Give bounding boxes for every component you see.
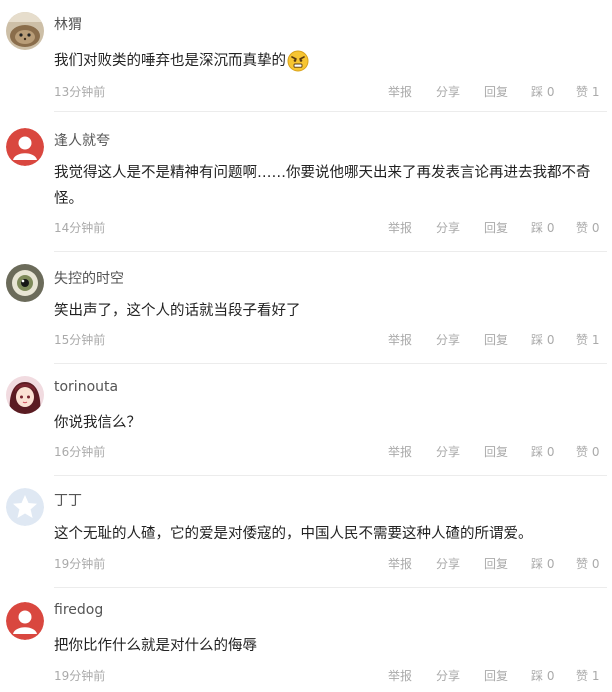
comment-text: 我觉得这人是不是精神有问题啊……你要说他哪天出来了再发表言论再进去我都不奇怪。 — [54, 165, 591, 207]
upvote-button[interactable]: 赞 1 — [576, 667, 599, 684]
downvote-count: 0 — [546, 221, 555, 235]
report-button[interactable]: 举报 — [388, 83, 412, 100]
comment-item: 逢人就夸 我觉得这人是不是精神有问题啊……你要说他哪天出来了再发表言论再进去我都… — [0, 112, 612, 252]
upvote-count: 1 — [591, 669, 600, 683]
reply-button[interactable]: 回复 — [484, 331, 508, 348]
default-avatar-icon[interactable] — [6, 602, 44, 640]
share-button[interactable]: 分享 — [436, 443, 460, 460]
downvote-label: 踩 — [531, 445, 544, 459]
downvote-button[interactable]: 踩 0 — [531, 219, 554, 236]
report-button[interactable]: 举报 — [388, 667, 412, 684]
report-button[interactable]: 举报 — [388, 443, 412, 460]
downvote-count: 0 — [546, 85, 555, 99]
upvote-count: 1 — [591, 333, 600, 347]
upvote-button[interactable]: 赞 1 — [576, 83, 599, 100]
comment-meta: 13分钟前 举报 分享 回复 踩 0 赞 1 — [54, 83, 604, 101]
upvote-label: 赞 — [576, 221, 589, 235]
upvote-label: 赞 — [576, 557, 589, 571]
avatar[interactable] — [6, 264, 44, 302]
comment-text-content: 我们对败类的唾弃也是深沉而真挚的 — [54, 53, 286, 69]
reply-button[interactable]: 回复 — [484, 555, 508, 572]
downvote-count: 0 — [546, 445, 555, 459]
comment-meta: 19分钟前 举报 分享 回复 踩 0 赞 0 — [54, 555, 604, 573]
comment-time: 19分钟前 — [54, 669, 106, 683]
report-button[interactable]: 举报 — [388, 219, 412, 236]
comment-author[interactable]: 林猬 — [54, 14, 82, 34]
downvote-count: 0 — [546, 557, 555, 571]
comment-author[interactable]: 丁丁 — [54, 490, 82, 510]
downvote-label: 踩 — [531, 333, 544, 347]
downvote-count: 0 — [546, 669, 555, 683]
upvote-button[interactable]: 赞 0 — [576, 443, 599, 460]
avatar[interactable] — [6, 12, 44, 50]
comment-item: firedog 把你比作什么就是对什么的侮辱 19分钟前 举报 分享 回复 踩 … — [0, 588, 612, 692]
comment-list: 林猬 我们对败类的唾弃也是深沉而真挚的 13分钟前 举报 分享 回复 踩 0 赞… — [0, 0, 612, 692]
comment-item: 林猬 我们对败类的唾弃也是深沉而真挚的 13分钟前 举报 分享 回复 踩 0 赞… — [0, 0, 612, 112]
comment-item: 失控的时空 笑出声了，这个人的话就当段子看好了 15分钟前 举报 分享 回复 踩… — [0, 252, 612, 364]
comment-text: 笑出声了，这个人的话就当段子看好了 — [54, 303, 301, 319]
share-button[interactable]: 分享 — [436, 83, 460, 100]
share-button[interactable]: 分享 — [436, 219, 460, 236]
downvote-label: 踩 — [531, 557, 544, 571]
upvote-count: 0 — [591, 445, 600, 459]
avatar[interactable] — [6, 376, 44, 414]
star-avatar-icon[interactable] — [6, 488, 44, 526]
share-button[interactable]: 分享 — [436, 331, 460, 348]
upvote-count: 1 — [591, 85, 600, 99]
comment-author[interactable]: firedog — [54, 602, 103, 618]
comment-meta: 15分钟前 举报 分享 回复 踩 0 赞 1 — [54, 331, 604, 349]
downvote-button[interactable]: 踩 0 — [531, 83, 554, 100]
downvote-label: 踩 — [531, 221, 544, 235]
downvote-count: 0 — [546, 333, 555, 347]
report-button[interactable]: 举报 — [388, 555, 412, 572]
upvote-button[interactable]: 赞 1 — [576, 331, 599, 348]
comment-time: 15分钟前 — [54, 333, 106, 347]
share-button[interactable]: 分享 — [436, 555, 460, 572]
comment-item: torinouta 你说我信么？ 16分钟前 举报 分享 回复 踩 0 赞 0 — [0, 364, 612, 476]
upvote-count: 0 — [591, 221, 600, 235]
upvote-label: 赞 — [576, 669, 589, 683]
upvote-count: 0 — [591, 557, 600, 571]
comment-text: 你说我信么？ — [54, 415, 141, 431]
comment-text: 这个无耻的人碴，它的爱是对倭寇的，中国人民不需要这种人碴的所谓爱。 — [54, 526, 533, 542]
upvote-button[interactable]: 赞 0 — [576, 555, 599, 572]
angry-face-icon — [287, 50, 309, 72]
comment-time: 16分钟前 — [54, 445, 106, 459]
downvote-button[interactable]: 踩 0 — [531, 667, 554, 684]
comment-time: 19分钟前 — [54, 557, 106, 571]
comment-time: 14分钟前 — [54, 221, 106, 235]
comment-meta: 14分钟前 举报 分享 回复 踩 0 赞 0 — [54, 219, 604, 237]
comment-meta: 16分钟前 举报 分享 回复 踩 0 赞 0 — [54, 443, 604, 461]
comment-author[interactable]: torinouta — [54, 379, 118, 395]
comment-meta: 19分钟前 举报 分享 回复 踩 0 赞 1 — [54, 667, 604, 685]
comment-author[interactable]: 失控的时空 — [54, 268, 124, 288]
upvote-label: 赞 — [576, 85, 589, 99]
comment-time: 13分钟前 — [54, 85, 106, 99]
upvote-button[interactable]: 赞 0 — [576, 219, 599, 236]
downvote-label: 踩 — [531, 669, 544, 683]
downvote-button[interactable]: 踩 0 — [531, 331, 554, 348]
comment-text: 我们对败类的唾弃也是深沉而真挚的 — [54, 48, 604, 74]
downvote-button[interactable]: 踩 0 — [531, 555, 554, 572]
comment-text: 把你比作什么就是对什么的侮辱 — [54, 638, 257, 654]
downvote-label: 踩 — [531, 85, 544, 99]
report-button[interactable]: 举报 — [388, 331, 412, 348]
upvote-label: 赞 — [576, 445, 589, 459]
reply-button[interactable]: 回复 — [484, 219, 508, 236]
reply-button[interactable]: 回复 — [484, 443, 508, 460]
upvote-label: 赞 — [576, 333, 589, 347]
comment-author[interactable]: 逢人就夸 — [54, 130, 110, 150]
reply-button[interactable]: 回复 — [484, 667, 508, 684]
share-button[interactable]: 分享 — [436, 667, 460, 684]
reply-button[interactable]: 回复 — [484, 83, 508, 100]
default-avatar-icon[interactable] — [6, 128, 44, 166]
comment-item: 丁丁 这个无耻的人碴，它的爱是对倭寇的，中国人民不需要这种人碴的所谓爱。 19分… — [0, 476, 612, 588]
downvote-button[interactable]: 踩 0 — [531, 443, 554, 460]
